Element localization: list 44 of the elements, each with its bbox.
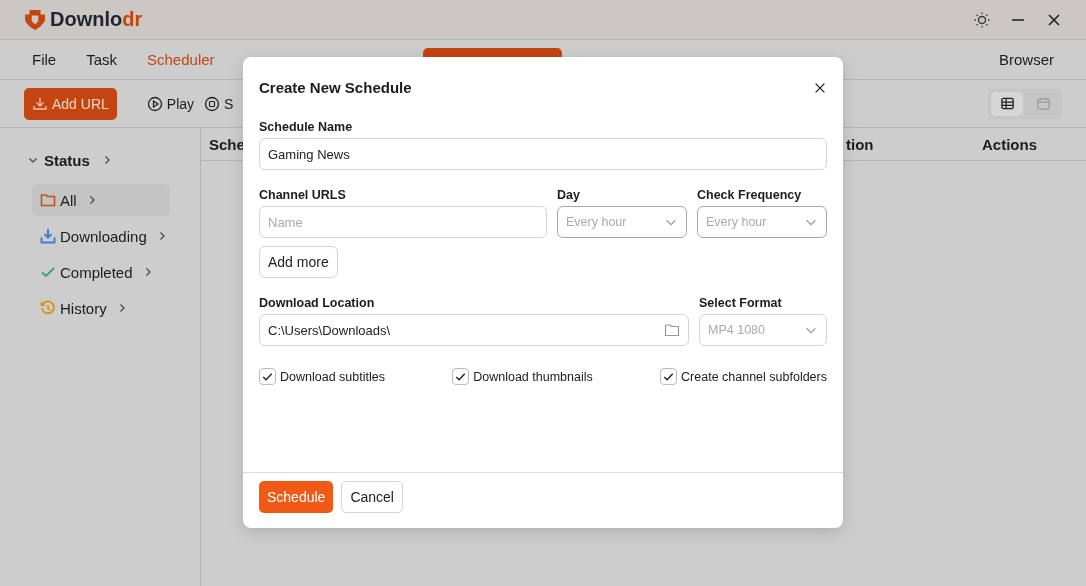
table-icon (999, 96, 1015, 111)
checkbox-label: Download thumbnails (473, 369, 593, 384)
calendar-icon (1035, 96, 1051, 111)
download-location-field[interactable]: C:\Users\Downloads\ (259, 314, 689, 346)
folder-icon[interactable] (664, 322, 680, 338)
stop-button[interactable]: S (204, 95, 234, 112)
column-header: Sche (209, 135, 245, 153)
download-icon (32, 95, 48, 112)
column-header: tion (846, 135, 874, 153)
cancel-button[interactable]: Cancel (341, 481, 403, 513)
checkbox[interactable] (660, 368, 678, 385)
field-label: Check Frequency (697, 188, 803, 202)
sidebar-item[interactable]: Completed (32, 256, 170, 288)
field-label: Channel URLS (259, 188, 347, 202)
play-icon (146, 95, 163, 112)
add-more-button[interactable]: Add more (259, 246, 338, 278)
add-url-button[interactable]: Add URL (24, 87, 117, 120)
table-view-button[interactable] (991, 91, 1023, 116)
logo-icon (24, 8, 46, 31)
column-header: Actions (982, 135, 1037, 153)
sidebar-item[interactable]: All (32, 184, 170, 216)
play-button[interactable]: Play (146, 95, 195, 112)
checkbox-label: Download subtitles (280, 369, 385, 384)
channel-url-field[interactable]: Name (259, 206, 547, 238)
sidebar-item[interactable]: Downloading (32, 220, 170, 252)
menu-item[interactable]: Task (86, 51, 117, 68)
status-toggle[interactable]: Status (28, 148, 200, 172)
field-label: Schedule Name (259, 120, 354, 134)
close-icon[interactable] (1046, 11, 1062, 28)
field-label: Select Format (699, 296, 783, 310)
checkbox-label: Create channel subfolders (681, 369, 827, 384)
checkbox[interactable] (452, 368, 470, 385)
stop-icon (204, 95, 221, 112)
sun-icon[interactable] (974, 11, 990, 28)
menu-item[interactable]: File (32, 51, 57, 68)
menu-item[interactable]: Browser (999, 51, 1054, 68)
chevron-icon (28, 155, 38, 165)
field-label: Day (557, 188, 581, 202)
app-logo-text: Downlodr (50, 8, 143, 31)
sidebar-item[interactable]: History (32, 292, 170, 324)
dialog-title: Create New Schedule (259, 79, 412, 96)
checkbox[interactable] (259, 368, 276, 385)
field-label: Download Location (259, 296, 376, 310)
schedule-name-field[interactable]: Gaming News (259, 138, 827, 170)
